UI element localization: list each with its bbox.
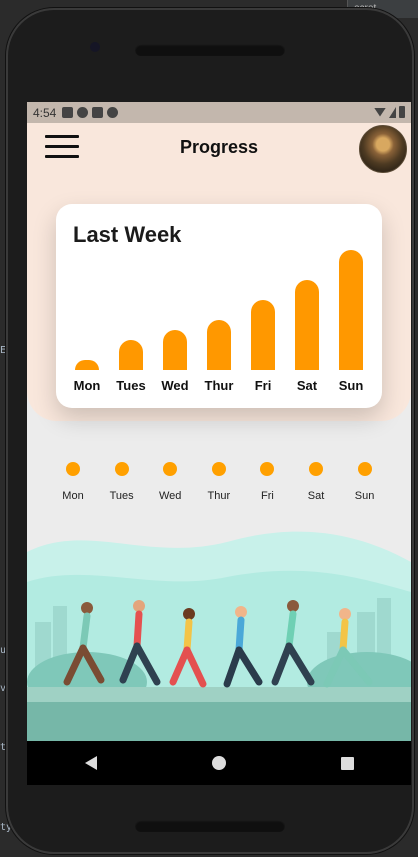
signal-icon (389, 106, 396, 118)
google-notification-icon (77, 107, 89, 118)
day-dot[interactable] (211, 462, 226, 476)
day-dot[interactable] (66, 462, 80, 476)
bar-sun (339, 250, 363, 370)
bar-label: Fri (254, 378, 272, 393)
app-bar: Progress (27, 123, 411, 173)
earpiece-speaker (135, 44, 285, 56)
recent-square-icon[interactable] (340, 756, 354, 770)
bar-fri (251, 300, 275, 370)
day-dot[interactable] (114, 462, 129, 476)
bottom-speaker (135, 820, 285, 832)
back-triangle-icon[interactable] (84, 756, 97, 770)
day-dot[interactable] (309, 462, 323, 476)
android-nav-bar (27, 741, 411, 785)
battery-icon (399, 106, 405, 118)
day-label: Thur (207, 490, 231, 502)
hamburger-icon[interactable] (45, 135, 79, 161)
day-label: Fri (260, 490, 274, 502)
gallery-notification-icon (62, 107, 74, 118)
bar-label: Wed (161, 378, 189, 393)
front-camera-icon (90, 42, 100, 52)
bar-label: Thur (204, 378, 234, 393)
bar-tues (119, 340, 143, 370)
bar-chart (70, 244, 370, 370)
avatar[interactable] (359, 125, 407, 173)
day-dot[interactable] (260, 462, 275, 476)
bar-label: Mon (73, 378, 101, 393)
sync-notification-icon (107, 107, 119, 118)
bar-thur (207, 320, 231, 370)
day-label: Sat (307, 490, 325, 502)
bar-wed (163, 330, 187, 370)
bar-mon (75, 360, 99, 370)
day-label: Wed (158, 490, 182, 502)
wifi-icon (374, 107, 386, 117)
phone-frame: 4:54 Progress Last Week Mon Tues Wed Thur Fr… (6, 8, 414, 854)
day-label: Sun (354, 490, 375, 502)
bar-label: Sun (338, 378, 364, 393)
bar-sat (295, 280, 319, 370)
weekly-chart-card: Last Week Mon Tues Wed Thur Fri Sat Sun (56, 204, 382, 408)
page-title: Progress (179, 136, 259, 157)
day-label: Mon (62, 490, 84, 502)
status-bar: 4:54 (27, 102, 411, 123)
bar-label: Tues (116, 378, 146, 393)
phone-screen: 4:54 Progress Last Week Mon Tues Wed Thur Fr… (27, 102, 411, 785)
day-dot[interactable] (163, 462, 178, 476)
sdcard-notification-icon (92, 107, 104, 118)
day-label: Tues (109, 490, 134, 502)
home-circle-icon[interactable] (211, 756, 226, 770)
status-time: 4:54 (33, 105, 57, 120)
runners-illustration (27, 531, 411, 742)
bar-label: Sat (296, 378, 318, 393)
day-dot[interactable] (357, 462, 372, 476)
